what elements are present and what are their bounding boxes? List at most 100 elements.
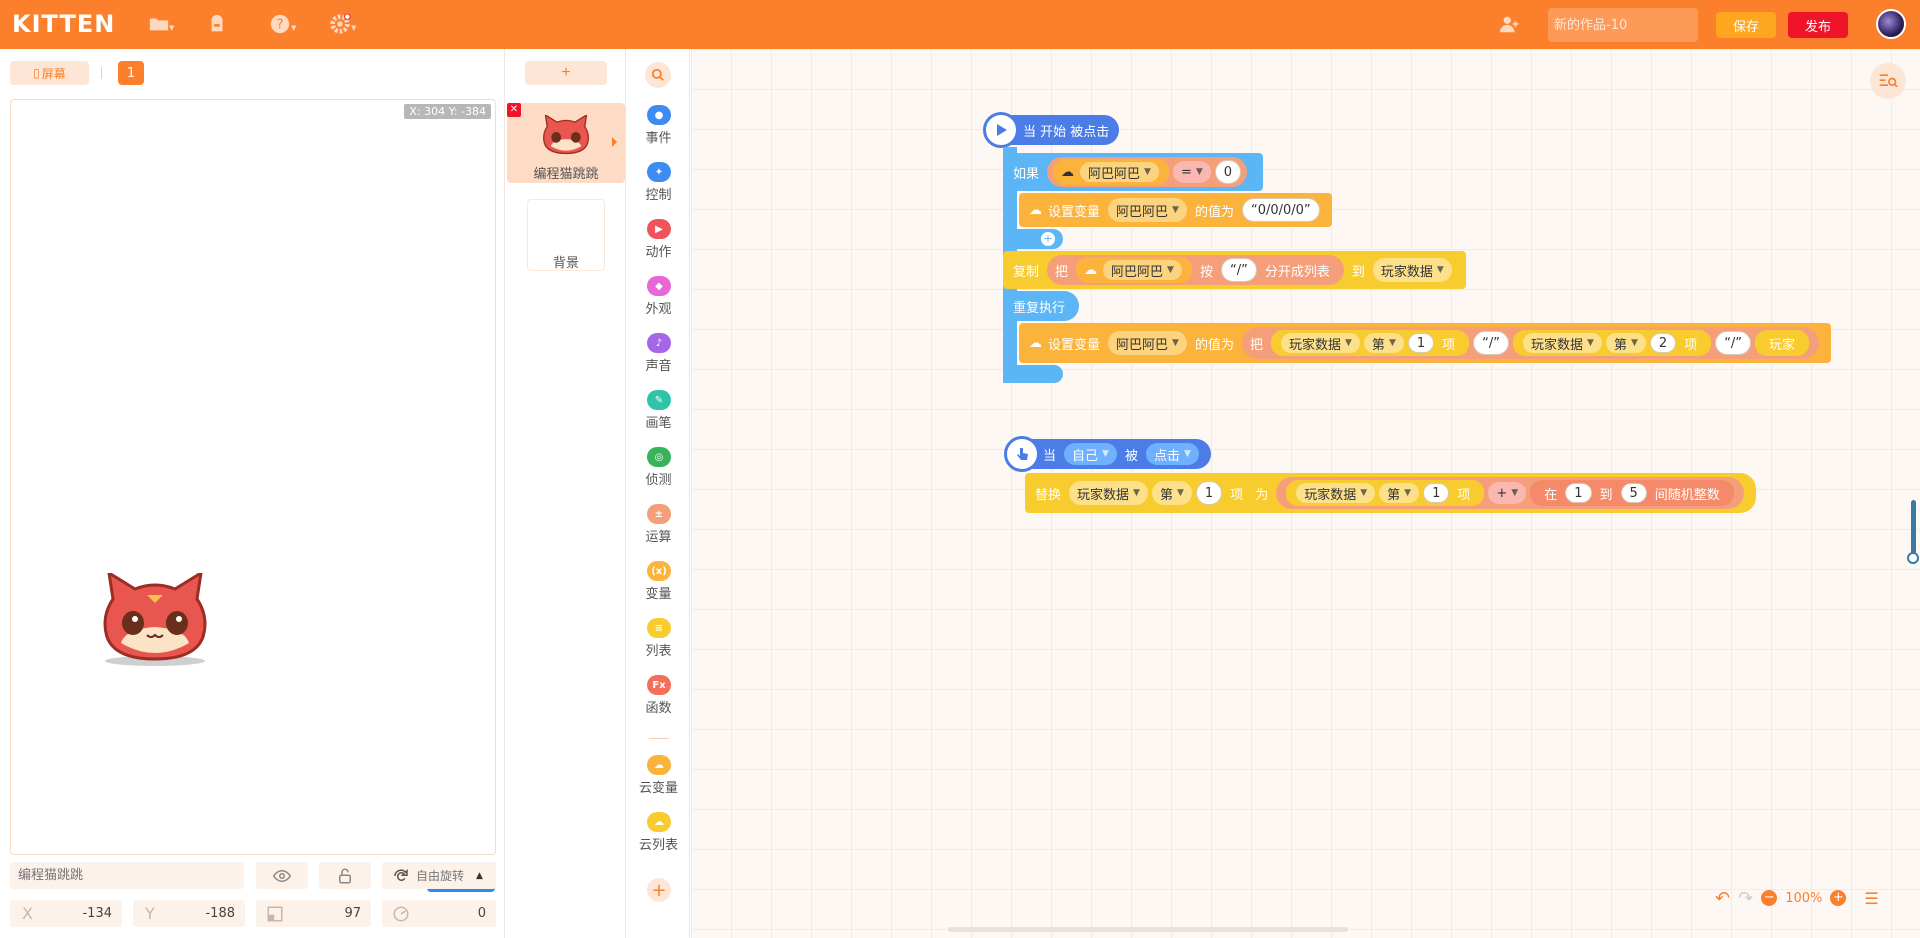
category-item[interactable]: ☁ 云变量 <box>627 755 690 807</box>
list-item-reporter[interactable]: 玩家数据 ▼ 第 ▼ 2 项 <box>1513 330 1712 356</box>
text-input[interactable]: “/” <box>1715 331 1752 355</box>
workspace-search-icon[interactable] <box>1870 63 1906 99</box>
add-extension-button[interactable]: + <box>647 878 671 902</box>
operator-dropdown[interactable]: + ▼ <box>1488 482 1527 504</box>
user-avatar[interactable] <box>1876 9 1906 39</box>
equals-operator[interactable]: ☁ 阿巴阿巴 ▼ = ▼ 0 <box>1047 157 1248 187</box>
variable-reporter[interactable]: ☁ 阿巴阿巴 ▼ <box>1053 159 1169 185</box>
screen-toggle-button[interactable]: ▯ 屏幕 <box>10 61 89 85</box>
stage-canvas[interactable]: X: 304 Y: -384 <box>10 99 496 855</box>
category-item[interactable]: ± 运算 <box>627 504 690 556</box>
join-operator[interactable]: 把 玩家数据 ▼ 第 ▼ 1 项 “/” 玩家数据 ▼ 第 ▼ 2 项 “/” 玩家 <box>1241 327 1820 359</box>
number-input[interactable]: 0 <box>1214 160 1242 184</box>
index-mode-dropdown[interactable]: 第 ▼ <box>1363 333 1404 353</box>
caret-right-icon[interactable] <box>612 137 617 147</box>
sprite-card[interactable]: ✕ 编程猫跳跳 <box>507 103 625 183</box>
category-icon: ≡ <box>647 618 671 638</box>
list-item-reporter[interactable]: 玩家数据 ▼ 第 ▼ 1 项 <box>1286 480 1485 506</box>
split-text-operator[interactable]: 把 ☁ 阿巴阿巴 ▼ 按 “/” 分开成列表 <box>1047 255 1344 285</box>
backpack-icon[interactable] <box>203 12 231 36</box>
rotation-mode-select[interactable]: 自由旋转 ▲ <box>382 862 496 889</box>
size-field[interactable]: 97 <box>256 900 371 927</box>
block-align-icon[interactable]: ☰ <box>1864 889 1878 908</box>
number-input[interactable]: 1 <box>1407 333 1435 353</box>
variable-dropdown[interactable]: 阿巴阿巴 ▼ <box>1103 260 1182 280</box>
list-dropdown[interactable]: 玩家数据 ▼ <box>1069 481 1148 505</box>
number-input[interactable]: 1 <box>1195 481 1223 505</box>
target-dropdown[interactable]: 自己 ▼ <box>1064 443 1117 465</box>
index-mode-dropdown[interactable]: 第 ▼ <box>1379 483 1420 503</box>
chevron-down-icon: ▼ <box>1167 265 1174 275</box>
copy-split-list-block[interactable]: 复制 把 ☁ 阿巴阿巴 ▼ 按 “/” 分开成列表 到 玩家数据 ▼ <box>1003 251 1466 289</box>
operator-dropdown[interactable]: = ▼ <box>1172 161 1211 183</box>
zoom-in-button[interactable]: + <box>1830 890 1847 906</box>
undo-icon[interactable]: ↶ <box>1715 888 1730 909</box>
number-input[interactable]: 1 <box>1565 483 1592 503</box>
horizontal-scrollbar[interactable] <box>948 927 1348 932</box>
variable-dropdown[interactable]: 阿巴阿巴 ▼ <box>1108 198 1187 222</box>
category-item[interactable]: ▶ 动作 <box>627 219 690 271</box>
add-branch-icon[interactable]: + <box>1041 232 1055 246</box>
list-dropdown[interactable]: 玩家数据 ▼ <box>1523 333 1602 353</box>
redo-icon[interactable]: ↷ <box>1738 888 1753 909</box>
x-position-field[interactable]: X -134 <box>10 900 122 927</box>
code-workspace[interactable]: 当 开始 被点击 如果 ☁ 阿巴阿巴 ▼ = ▼ 0 ☁ 设置变量 阿巴阿巴 ▼ 的值… <box>691 49 1920 938</box>
search-icon[interactable] <box>645 62 671 88</box>
random-integer-reporter[interactable]: 在 1 到 5 间随机整数 <box>1530 480 1734 506</box>
index-mode-dropdown[interactable]: 第 ▼ <box>1605 333 1646 353</box>
list-item-reporter[interactable]: 玩家 <box>1755 330 1810 356</box>
screen-page-number[interactable]: 1 <box>118 61 144 85</box>
list-dropdown[interactable]: 玩家数据 ▼ <box>1372 258 1452 282</box>
visibility-toggle[interactable] <box>256 862 308 889</box>
zoom-out-button[interactable]: − <box>1761 890 1778 906</box>
category-item[interactable]: ◆ 外观 <box>627 276 690 328</box>
category-item[interactable]: ◎ 侦测 <box>627 447 690 499</box>
variable-reporter[interactable]: ☁ 阿巴阿巴 ▼ <box>1076 257 1192 283</box>
category-item[interactable]: Fx 函数 <box>627 675 690 727</box>
sprite-name-input[interactable] <box>10 862 244 889</box>
scroll-handle[interactable] <box>1907 552 1919 564</box>
direction-field[interactable]: 0 <box>382 900 496 927</box>
category-item[interactable]: ☁ 云列表 <box>627 812 690 864</box>
publish-button[interactable]: 发布 <box>1788 12 1848 38</box>
set-variable-block[interactable]: ☁ 设置变量 阿巴阿巴 ▼ 的值为 “0/0/0/0” <box>1019 193 1332 227</box>
project-title-input[interactable] <box>1548 8 1698 42</box>
if-block[interactable]: 如果 ☁ 阿巴阿巴 ▼ = ▼ 0 <box>1003 153 1264 191</box>
category-item[interactable]: ✎ 画笔 <box>627 390 690 442</box>
y-position-field[interactable]: Y -188 <box>133 900 245 927</box>
set-variable-block[interactable]: ☁ 设置变量 阿巴阿巴 ▼ 的值为 把 玩家数据 ▼ 第 ▼ 1 项 “/” 玩家数据… <box>1019 323 1832 363</box>
list-item-reporter[interactable]: 玩家数据 ▼ 第 ▼ 1 项 <box>1270 330 1470 356</box>
save-button[interactable]: 保存 <box>1716 12 1776 38</box>
add-sprite-button[interactable]: + <box>525 61 607 85</box>
variable-dropdown[interactable]: 阿巴阿巴 ▼ <box>1108 331 1187 355</box>
add-collaborator-icon[interactable] <box>1496 12 1524 36</box>
category-icon: ◆ <box>647 276 671 296</box>
category-icon: ✎ <box>647 390 671 410</box>
text-input[interactable]: “0/0/0/0” <box>1241 198 1320 222</box>
repeat-forever-block[interactable]: 重复执行 <box>1003 291 1080 321</box>
help-icon[interactable]: ? <box>266 12 294 36</box>
category-item[interactable]: ✦ 控制 <box>627 162 690 214</box>
app-logo[interactable]: KITTEN <box>12 10 115 38</box>
variable-dropdown[interactable]: 阿巴阿巴 ▼ <box>1080 162 1159 182</box>
kitten-sprite[interactable] <box>99 573 211 667</box>
lock-toggle[interactable] <box>319 862 371 889</box>
delete-sprite-icon[interactable]: ✕ <box>507 103 521 117</box>
category-item[interactable]: ♪ 声音 <box>627 333 690 385</box>
category-item[interactable]: (x) 变量 <box>627 561 690 613</box>
add-operator[interactable]: 玩家数据 ▼ 第 ▼ 1 项 + ▼ 在 1 到 5 间随机整数 <box>1276 477 1744 509</box>
category-item[interactable]: ≡ 列表 <box>627 618 690 670</box>
background-card[interactable]: 背景 <box>527 199 605 271</box>
number-input[interactable]: 5 <box>1620 483 1647 503</box>
index-mode-dropdown[interactable]: 第 ▼ <box>1151 481 1192 505</box>
category-item[interactable]: ● 事件 <box>627 105 690 157</box>
list-dropdown[interactable]: 玩家数据 ▼ <box>1296 483 1376 503</box>
text-input[interactable]: “/” <box>1220 258 1257 282</box>
event-dropdown[interactable]: 点击 ▼ <box>1145 443 1199 465</box>
number-input[interactable]: 1 <box>1423 483 1450 503</box>
text-input[interactable]: “/” <box>1473 331 1510 355</box>
list-dropdown[interactable]: 玩家数据 ▼ <box>1280 333 1360 353</box>
gear-icon[interactable] <box>326 12 354 36</box>
number-input[interactable]: 2 <box>1649 333 1677 353</box>
replace-list-item-block[interactable]: 替换 玩家数据 ▼ 第 ▼ 1 项 为 玩家数据 ▼ 第 ▼ 1 项 + ▼ 在 1 到 … <box>1025 473 1756 513</box>
